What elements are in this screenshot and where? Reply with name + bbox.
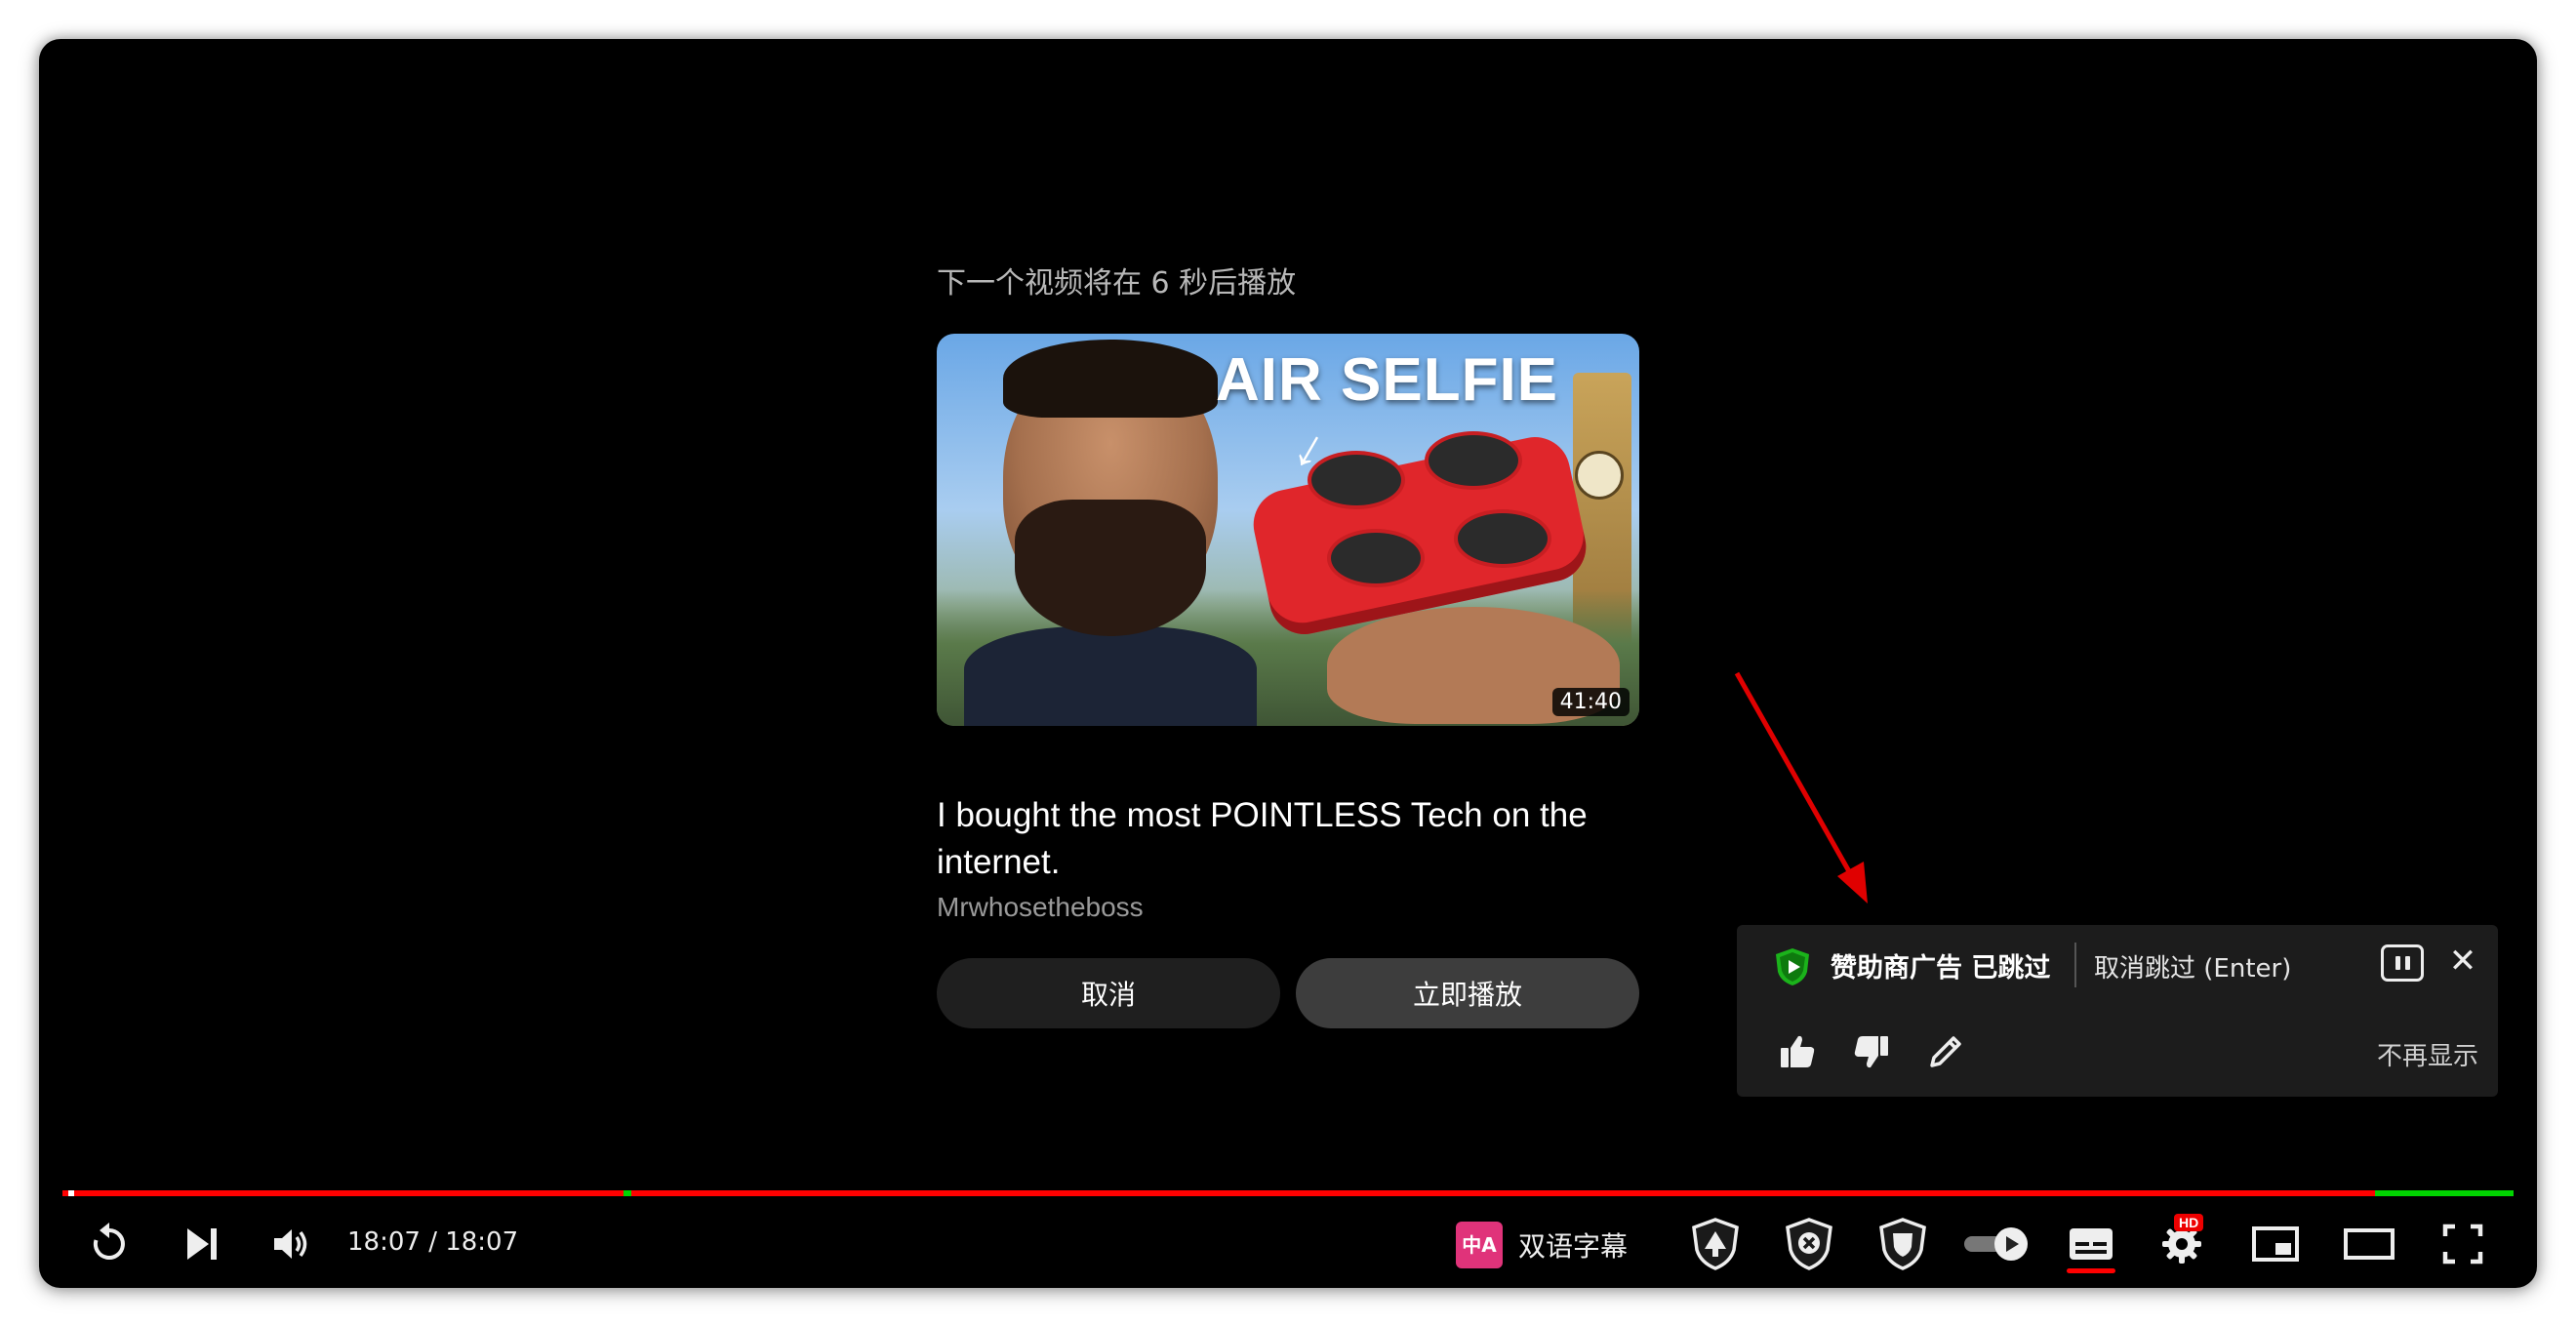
replay-button[interactable] [78,1210,141,1278]
shield-x-icon [1786,1218,1832,1270]
miniplayer-button[interactable] [2244,1210,2307,1278]
thumbs-down-icon[interactable] [1850,1030,1893,1073]
fullscreen-button[interactable] [2432,1210,2494,1278]
hd-badge: HD [2174,1214,2204,1231]
thumbnail-person [964,334,1257,726]
cancel-button[interactable]: 取消 [937,958,1280,1028]
sponsor-segment-marker [624,1190,631,1196]
fullscreen-icon [2442,1224,2483,1265]
miniplayer-icon [2252,1226,2299,1262]
volume-icon [274,1229,307,1259]
thumbnail-propeller [1454,509,1551,568]
dont-show-again-button[interactable]: 不再显示 [2377,1036,2478,1072]
shield-submit-button[interactable] [1872,1210,1934,1278]
shield-up-icon [1692,1218,1739,1270]
edit-pencil-icon[interactable] [1924,1030,1967,1073]
thumbnail-clock [1575,451,1624,500]
progress-bar[interactable] [62,1190,2514,1196]
shield-icon [1879,1218,1926,1270]
sponsor-skipped-status: 赞助商广告 已跳过 [1831,953,2051,984]
video-duration-badge: 41:40 [1551,688,1630,716]
video-player[interactable]: 下一个视频将在 6 秒后播放 AIR SELFIE ↓ 41:40 I boug… [39,39,2537,1288]
thumbnail-propeller [1327,529,1425,587]
play-now-button[interactable]: 立即播放 [1296,958,1639,1028]
autoplay-toggle-icon [1964,1227,2028,1261]
subtitles-active-indicator [2067,1268,2115,1273]
volume-button[interactable] [260,1210,322,1278]
thumbnail-propeller [1425,431,1522,490]
thumbnail-propeller [1308,451,1405,509]
progress-played [62,1190,2514,1196]
up-next-thumbnail[interactable]: AIR SELFIE ↓ 41:40 [937,334,1639,726]
up-next-channel[interactable]: Mrwhosetheboss [937,892,1144,923]
bilingual-subtitles-label: 双语字幕 [1518,1230,1629,1263]
shield-upvote-button[interactable] [1684,1210,1747,1278]
next-video-button[interactable] [170,1210,232,1278]
up-next-title[interactable]: I bought the most POINTLESS Tech on the … [937,792,1639,886]
sponsorblock-shield-icon [1776,948,1809,985]
sponsor-segment-marker [2375,1190,2514,1196]
time-display: 18:07 / 18:07 [347,1227,519,1257]
theater-mode-icon [2344,1228,2395,1260]
thumbs-up-icon[interactable] [1776,1030,1819,1073]
player-controls: 18:07 / 18:07 中A 双语字幕 HD [39,1210,2537,1278]
thumbnail-title-text: AIR SELFIE [1216,346,1559,414]
replay-icon [93,1223,125,1260]
translate-icon: 中A [1456,1222,1503,1268]
bilingual-subtitles-button[interactable]: 中A 双语字幕 [1456,1220,1628,1270]
theater-mode-button[interactable] [2338,1210,2400,1278]
close-icon[interactable]: ✕ [2443,939,2482,984]
autoplay-toggle[interactable] [1955,1210,2039,1278]
divider [2074,943,2076,987]
pause-icon[interactable] [2381,944,2424,982]
sponsor-skip-notice: 赞助商广告 已跳过 取消跳过 (Enter) ✕ 不再显示 [1737,925,2498,1097]
progress-start-marker [68,1190,74,1196]
unskip-button[interactable]: 取消跳过 (Enter) [2094,948,2291,984]
up-next-card: 下一个视频将在 6 秒后播放 AIR SELFIE ↓ 41:40 I boug… [937,263,1639,1028]
skip-next-icon [187,1228,217,1260]
up-next-countdown: 下一个视频将在 6 秒后播放 [937,266,1297,301]
subtitles-icon [2070,1228,2113,1260]
shield-skip-button[interactable] [1778,1210,1840,1278]
